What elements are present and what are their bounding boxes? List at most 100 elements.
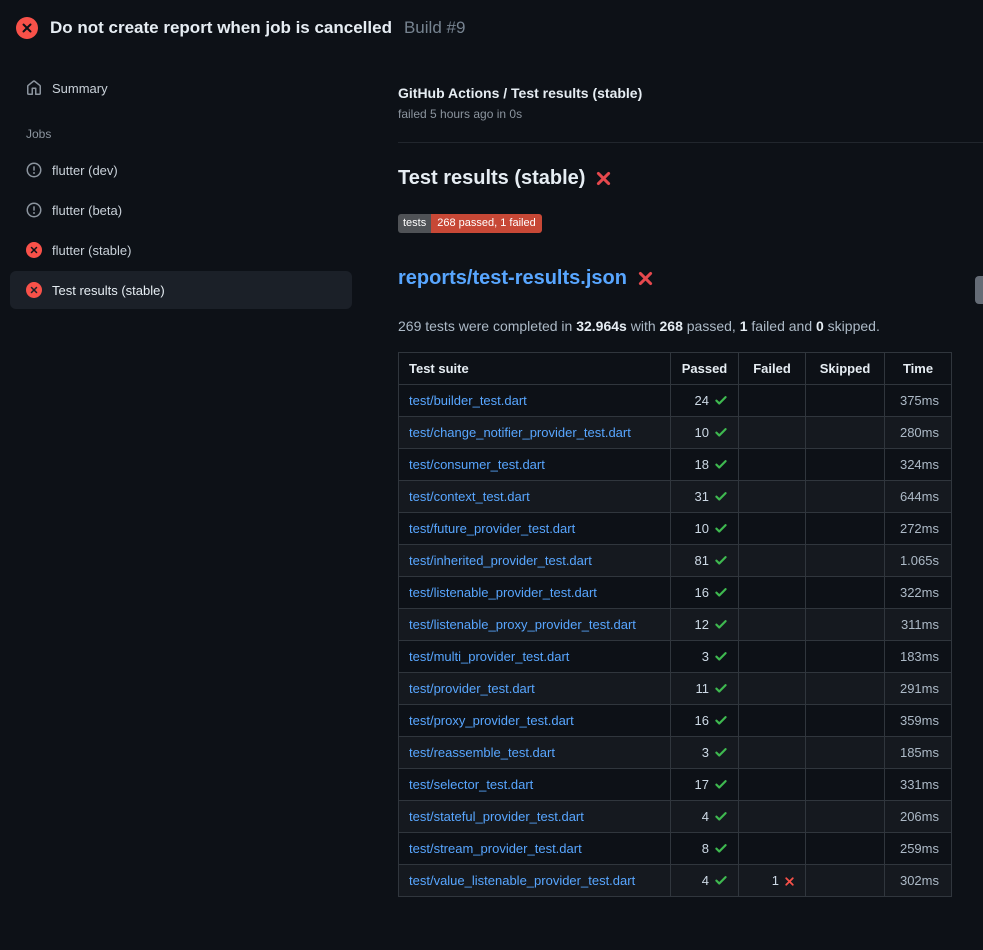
table-row: test/stateful_provider_test.dart4206ms — [399, 801, 952, 833]
suite-link[interactable]: test/reassemble_test.dart — [409, 745, 555, 760]
sidebar-item-flutter-stable[interactable]: flutter (stable) — [10, 231, 352, 269]
time-cell: 644ms — [885, 481, 952, 513]
check-icon — [714, 681, 728, 695]
column-header: Test suite — [399, 353, 671, 385]
passed-cell: 10 — [671, 513, 739, 545]
suite-link[interactable]: test/listenable_proxy_provider_test.dart — [409, 617, 636, 632]
skipped-cell — [806, 801, 885, 833]
report-link[interactable]: reports/test-results.json — [398, 267, 627, 290]
failed-cell — [739, 577, 806, 609]
suite-link[interactable]: test/consumer_test.dart — [409, 457, 545, 472]
summary-failed-count: 1 — [740, 318, 748, 334]
suite-link[interactable]: test/future_provider_test.dart — [409, 521, 575, 536]
time-cell: 259ms — [885, 833, 952, 865]
suite-link[interactable]: test/stream_provider_test.dart — [409, 841, 582, 856]
report-title-row: reports/test-results.json — [398, 267, 983, 290]
time-cell: 324ms — [885, 449, 952, 481]
table-row: test/listenable_provider_test.dart 16 322m… — [399, 577, 952, 609]
skipped-cell — [806, 481, 885, 513]
passed-cell: 17 — [671, 769, 739, 801]
skipped-cell — [806, 673, 885, 705]
check-icon — [714, 745, 728, 759]
suite-link[interactable]: test/proxy_provider_test.dart — [409, 713, 574, 728]
suite-link[interactable]: test/provider_test.dart — [409, 681, 535, 696]
suite-link[interactable]: test/multi_provider_test.dart — [409, 649, 569, 664]
suite-link[interactable]: test/value_listenable_provider_test.dart — [409, 873, 635, 888]
skipped-cell — [806, 865, 885, 897]
skipped-cell — [806, 545, 885, 577]
section-title-row: Test results (stable) — [398, 167, 983, 190]
alert-circle-icon — [26, 162, 42, 178]
sidebar: Summary Jobs flutter (dev) flutter (beta… — [0, 49, 390, 311]
passed-cell: 16 — [671, 705, 739, 737]
time-cell: 1.065s — [885, 545, 952, 577]
sidebar-item-label: Test results (stable) — [52, 283, 165, 298]
table-row: test/proxy_provider_test.dart16359ms — [399, 705, 952, 737]
failed-status-icon — [16, 17, 38, 39]
check-icon — [714, 617, 728, 631]
suite-link[interactable]: test/change_notifier_provider_test.dart — [409, 425, 631, 440]
table-row: test/inherited_provider_test.dart811.065… — [399, 545, 952, 577]
failed-cell — [739, 545, 806, 577]
test-table-body: test/builder_test.dart 24 375ms test/change… — [399, 385, 952, 897]
check-icon — [714, 457, 728, 471]
sidebar-item-flutter-dev[interactable]: flutter (dev) — [10, 151, 352, 189]
passed-cell: 31 — [671, 481, 739, 513]
failed-cell — [739, 449, 806, 481]
badge-label: tests — [398, 214, 431, 233]
skipped-cell — [806, 449, 885, 481]
suite-link[interactable]: test/stateful_provider_test.dart — [409, 809, 584, 824]
table-row: test/context_test.dart 31 644ms — [399, 481, 952, 513]
check-icon — [714, 873, 728, 887]
tests-badge: tests 268 passed, 1 failed — [398, 214, 542, 233]
build-header: Do not create report when job is cancell… — [0, 0, 983, 49]
skipped-cell — [806, 417, 885, 449]
failed-cell — [739, 705, 806, 737]
time-cell: 291ms — [885, 673, 952, 705]
suite-link[interactable]: test/context_test.dart — [409, 489, 530, 504]
column-header: Time — [885, 353, 952, 385]
build-number: Build #9 — [404, 18, 465, 38]
skipped-cell — [806, 513, 885, 545]
alert-circle-icon — [26, 202, 42, 218]
time-cell: 322ms — [885, 577, 952, 609]
skipped-cell — [806, 769, 885, 801]
check-icon — [714, 585, 728, 599]
passed-cell: 16 — [671, 577, 739, 609]
time-cell: 183ms — [885, 641, 952, 673]
passed-cell: 11 — [671, 673, 739, 705]
section-title: Test results (stable) — [398, 167, 585, 190]
summary-text: failed and — [748, 318, 817, 334]
suite-link[interactable]: test/listenable_provider_test.dart — [409, 585, 597, 600]
failed-cell — [739, 609, 806, 641]
column-header: Passed — [671, 353, 739, 385]
main-content: GitHub Actions / Test results (stable) f… — [390, 49, 983, 897]
summary-text: 269 tests were completed in — [398, 318, 576, 334]
x-circle-icon — [26, 282, 42, 298]
passed-cell: 12 — [671, 609, 739, 641]
suite-link[interactable]: test/inherited_provider_test.dart — [409, 553, 592, 568]
sidebar-item-test-results-stable[interactable]: Test results (stable) — [10, 271, 352, 309]
sidebar-item-summary[interactable]: Summary — [10, 69, 352, 107]
x-icon — [784, 876, 795, 887]
column-header: Failed — [739, 353, 806, 385]
failed-cell: 1 — [739, 865, 806, 897]
suite-link[interactable]: test/selector_test.dart — [409, 777, 533, 792]
passed-cell: 3 — [671, 641, 739, 673]
scrollbar-thumb[interactable] — [975, 276, 983, 304]
divider — [398, 142, 983, 143]
suite-link[interactable]: test/builder_test.dart — [409, 393, 527, 408]
check-icon — [714, 713, 728, 727]
passed-cell: 24 — [671, 385, 739, 417]
sidebar-item-flutter-beta[interactable]: flutter (beta) — [10, 191, 352, 229]
test-results-table: Test suitePassedFailedSkippedTime test/b… — [398, 352, 952, 897]
skipped-cell — [806, 577, 885, 609]
skipped-cell — [806, 609, 885, 641]
check-icon — [714, 489, 728, 503]
sidebar-item-label: Summary — [52, 81, 108, 96]
time-cell: 375ms — [885, 385, 952, 417]
summary-text: passed, — [683, 318, 740, 334]
badge-message: 268 passed, 1 failed — [431, 214, 541, 233]
failed-cell — [739, 833, 806, 865]
column-header: Skipped — [806, 353, 885, 385]
